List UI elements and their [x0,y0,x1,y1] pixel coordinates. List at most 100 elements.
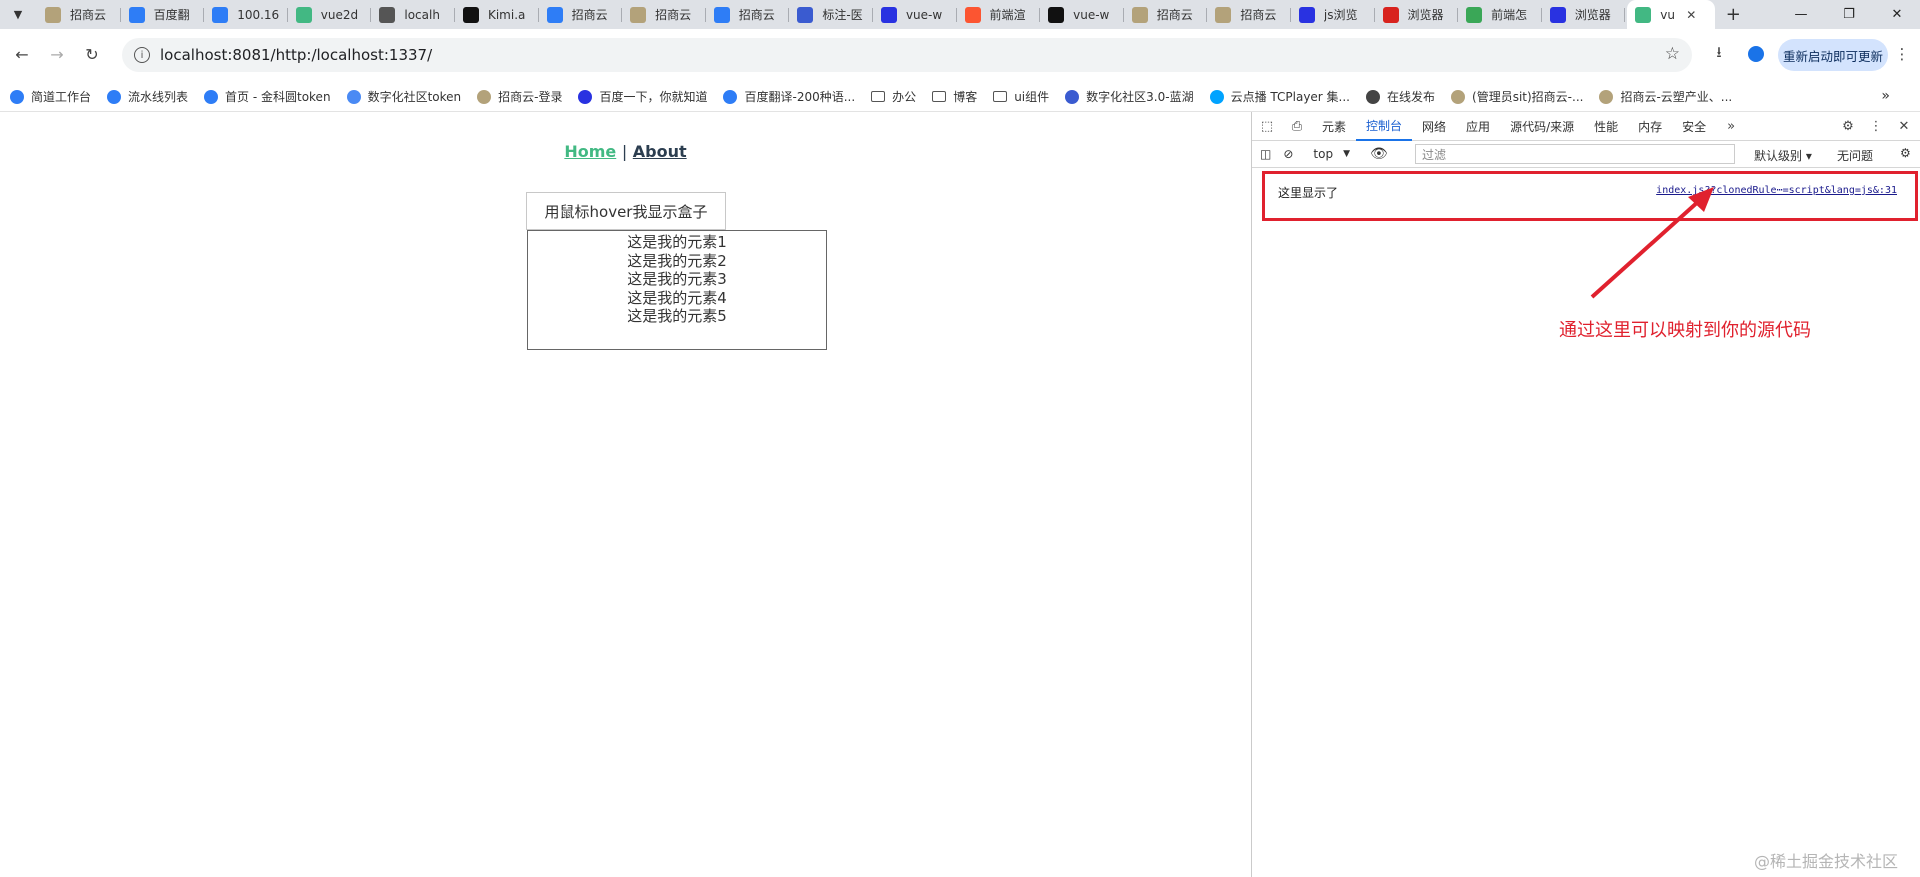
browser-tab[interactable]: vue-w [1040,0,1124,29]
browser-tab[interactable]: localh [371,0,455,29]
hover-box: 这是我的元素1 这是我的元素2 这是我的元素3 这是我的元素4 这是我的元素5 [527,230,827,350]
browser-tab-active[interactable]: vu ✕ [1627,0,1716,29]
back-button[interactable]: ← [8,40,36,68]
devtools-tab[interactable]: 控制台 [1356,112,1413,141]
bookmark-item[interactable]: 云点播 TCPlayer 集... [1209,88,1350,105]
csdn-icon [964,6,981,23]
browser-tab[interactable]: 标注-医 [789,0,873,29]
avatar-icon [1748,46,1764,62]
devtools-tab[interactable]: 安全 [1672,112,1716,141]
chevron-double-right-icon[interactable]: » [1881,88,1890,104]
profile-button[interactable] [1744,42,1768,66]
hover-trigger-button[interactable]: 用鼠标hover我显示盒子 [526,192,726,230]
bookmark-favicon-icon [578,89,593,104]
gear-icon[interactable]: ⚙ [1900,146,1911,160]
browser-tab[interactable]: js浏览 [1291,0,1375,29]
devtools-tab[interactable]: 内存 [1628,112,1672,141]
browser-tab[interactable]: 招商云 [539,0,623,29]
context-value: top [1313,147,1334,161]
restore-button[interactable]: ❐ [1826,0,1872,29]
bookmark-item[interactable]: 百度一下，你就知道 [578,88,707,105]
bookmark-item[interactable]: 招商云-登录 [477,88,562,105]
bookmark-item[interactable]: 在线发布 [1366,88,1435,105]
top-nav: Home | About [0,142,1251,161]
close-window-button[interactable]: ✕ [1874,0,1920,29]
browser-tab[interactable]: Kimi.a [455,0,539,29]
browser-tab[interactable]: vue2d [288,0,372,29]
browser-tab[interactable]: 100.16 [204,0,288,29]
bookmark-item[interactable]: 百度翻译-200种语... [723,88,855,105]
forward-button[interactable]: → [43,40,71,68]
devtools-tab[interactable]: 源代码/来源 [1500,112,1584,141]
browser-tab[interactable]: 招商云 [706,0,790,29]
address-bar[interactable]: i localhost:8081/http:/localhost:1337/ ☆ [122,38,1692,72]
devtools-menu-button[interactable]: ⋮ [1862,112,1890,141]
nav-link-home[interactable]: Home [564,142,616,161]
menu-button[interactable]: ⋮ [1890,42,1914,66]
bookmark-label: 首页 - 金科圆token [225,90,331,104]
devtools-tab[interactable]: 性能 [1584,112,1628,141]
bookmark-item[interactable]: 首页 - 金科圆token [204,88,331,105]
browser-tab[interactable]: 前端渲 [957,0,1041,29]
update-button[interactable]: 重新启动即可更新 [1778,39,1888,71]
browser-tab[interactable]: 浏览器 [1375,0,1459,29]
browser-tab[interactable]: 招商云 [622,0,706,29]
star-icon[interactable]: ☆ [1665,44,1680,64]
devtools-settings-button[interactable]: ⚙ [1834,112,1862,141]
browser-tab[interactable]: 浏览器 [1542,0,1626,29]
nav-separator: | [621,142,628,161]
devtools-tab-list: 元素 控制台 网络 应用 源代码/来源 性能 内存 安全 [1312,112,1716,141]
browser-tab[interactable]: 百度翻 [121,0,205,29]
zhaoshang-icon [1215,6,1232,23]
nav-link-about[interactable]: About [633,142,687,161]
bookmark-folder[interactable]: 办公 [871,88,916,105]
bookmark-label: 百度一下，你就知道 [599,90,708,104]
bookmark-favicon-icon [723,89,738,104]
globe-icon [379,6,396,23]
browser-tab[interactable]: 招商云 [1124,0,1208,29]
tab-title: 百度翻 [153,8,190,22]
log-levels-dropdown[interactable]: 默认级别 ▾ [1754,147,1812,164]
devtools-close-button[interactable]: ✕ [1890,112,1918,141]
site-info-icon[interactable]: i [134,47,150,63]
bookmark-item[interactable]: 流水线列表 [107,88,188,105]
more-tabs-icon[interactable]: » [1716,119,1746,134]
bookmark-item[interactable]: (管理员sit)招商云-... [1451,88,1583,105]
issues-counter[interactable]: 无问题 [1837,147,1873,164]
list-item: 这是我的元素4 [627,288,727,307]
console-filter-input[interactable]: 过滤 [1415,144,1735,164]
new-tab-button[interactable]: + [1719,4,1747,25]
51-icon [1382,6,1399,23]
browser-tab[interactable]: 前端怎 [1458,0,1542,29]
inspect-element-icon[interactable]: ⬚ [1252,119,1282,134]
devtools-tab[interactable]: 网络 [1412,112,1456,141]
bookmark-favicon-icon [10,89,24,104]
caret-down-icon: ▼ [1343,149,1350,159]
eye-icon[interactable]: 👁 [1370,146,1388,162]
bookmark-folder[interactable]: ui组件 [993,88,1049,105]
bookmark-favicon-icon [1209,89,1224,104]
devtools-tab[interactable]: 应用 [1456,112,1500,141]
browser-tab[interactable]: vue-w [873,0,957,29]
sidebar-toggle-icon[interactable]: ◫ [1260,147,1271,161]
close-tab-icon[interactable]: ✕ [1686,8,1696,22]
bookmark-item[interactable]: 简道工作台 [10,88,91,105]
bookmark-item[interactable]: 招商云-云塑产业、... [1599,88,1732,105]
downloads-button[interactable]: ⭳ [1707,42,1731,66]
devtools-tab[interactable]: 元素 [1312,112,1356,141]
minimize-button[interactable]: — [1778,0,1824,29]
tab-search-button[interactable]: ▼ [7,4,29,26]
bookmark-item[interactable]: 数字化社区token [346,88,461,105]
log-source-link[interactable]: index.js??clonedRule⋯=script&lang=js&:31 [1656,185,1897,196]
context-selector[interactable]: top ▼ [1313,147,1350,161]
browser-tab[interactable]: 招商云 [37,0,121,29]
bookmark-item[interactable]: 数字化社区3.0-蓝湖 [1065,88,1194,105]
device-toggle-icon[interactable]: ⎙ [1282,119,1312,134]
browser-tab[interactable]: 招商云 [1207,0,1291,29]
reload-button[interactable]: ↻ [78,40,106,68]
zhaoshang-icon [45,6,61,23]
bookmark-folder[interactable]: 博客 [932,88,977,105]
tab-title: vu [1660,7,1675,22]
clear-console-icon[interactable]: ⊘ [1283,147,1293,161]
address-url[interactable]: localhost:8081/http:/localhost:1337/ [160,46,432,64]
